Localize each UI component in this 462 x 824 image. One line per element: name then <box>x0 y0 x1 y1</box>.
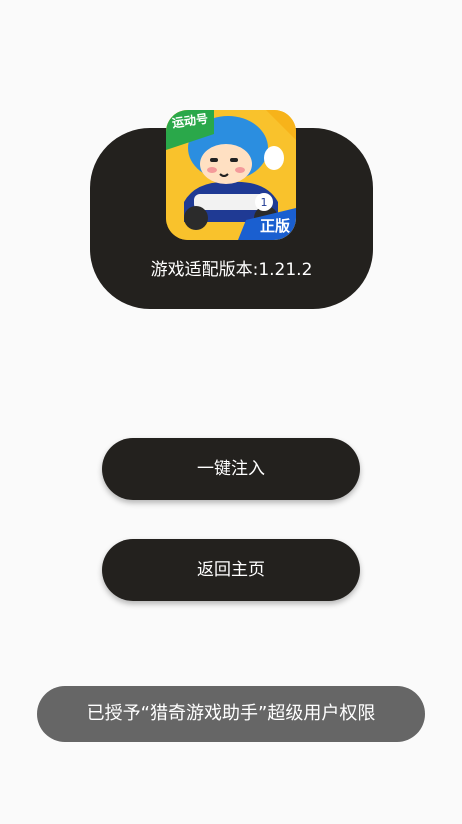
icon-badge-bottom: 正版 <box>259 217 290 235</box>
one-click-inject-button[interactable]: 一键注入 <box>102 438 360 500</box>
svg-text:1: 1 <box>261 196 268 209</box>
game-version-text: 游戏适配版本:1.21.2 <box>150 260 313 280</box>
return-home-button[interactable]: 返回主页 <box>102 539 360 601</box>
superuser-permission-toast: 已授予“猎奇游戏助手”超级用户权限 <box>37 686 425 742</box>
kart-racer-app-icon: 1 运动号 正版 <box>166 110 296 240</box>
